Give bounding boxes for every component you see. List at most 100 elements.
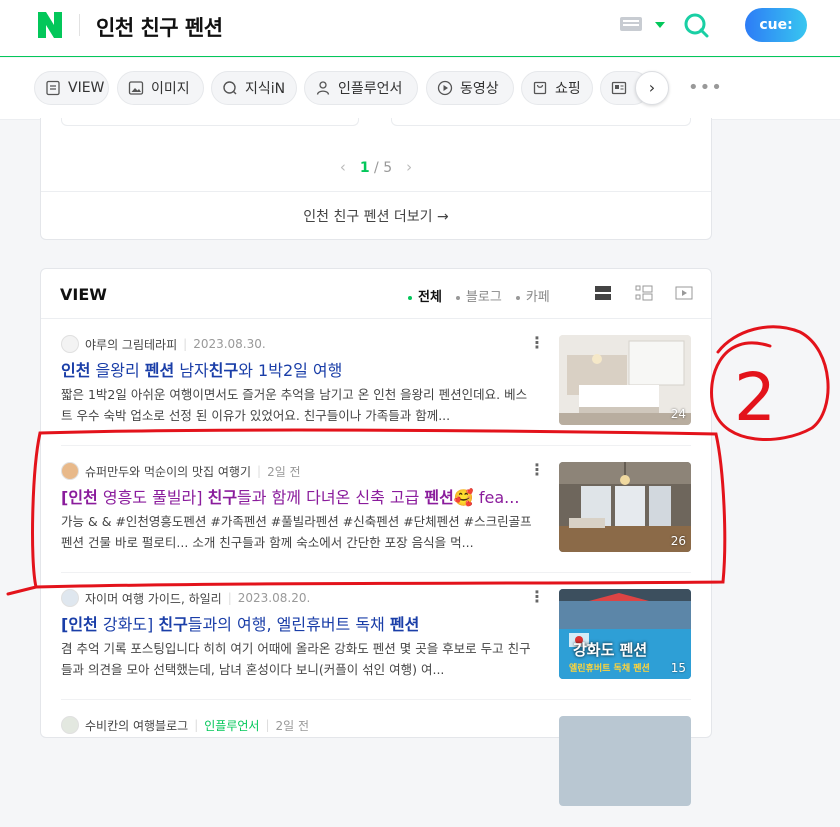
tab-label: 이미지 [151,81,190,97]
view-filters: 전체 블로그 카페 [408,286,550,305]
tab-label: 인플루언서 [338,81,403,97]
more-results-link[interactable]: 인천 친구 펜션 더보기 → [41,206,711,226]
layout-list-icon[interactable] [635,284,653,302]
kebab-menu-icon[interactable]: ⋮ [529,587,545,606]
post-title[interactable]: [인천 강화도] 친구들과의 여행, 엘린휴버트 독채 펜션 [61,611,539,635]
person-icon [315,80,331,96]
previous-item-box [391,118,691,126]
influencer-badge: 인플루언서 [204,718,260,733]
dot-icon [408,295,412,300]
tab-shopping[interactable]: 쇼핑 [521,71,593,105]
video-view-icon[interactable] [675,284,693,302]
filter-cafe[interactable]: 카페 [515,286,550,305]
tab-kin[interactable]: 지식iN [211,71,297,105]
separator: | [265,718,270,732]
author-name[interactable]: 슈퍼만두와 먹순이의 맛집 여행기 [85,463,251,480]
play-icon [437,80,453,96]
author-name[interactable]: 자이머 여행 가이드, 하일리 [85,590,222,607]
post-description: 겸 추억 기록 포스팅입니다 히히 여기 어때에 올라온 강화도 펜션 몇 곳을… [61,641,531,677]
q-icon [222,80,238,96]
post-thumbnail[interactable]: 강화도 펜션 엘린휴버트 독채 펜션 15 [559,589,691,679]
naver-logo[interactable] [38,12,62,38]
title-text: 남자 [174,361,209,380]
search-button[interactable] [683,12,709,38]
post-date: 2023.08.20. [237,591,311,605]
kebab-menu-icon[interactable]: ⋮ [529,460,545,479]
avatar[interactable] [61,462,79,480]
more-icon[interactable]: ••• [688,77,723,98]
list-item[interactable]: 자이머 여행 가이드, 하일리 | 2023.08.20. ⋮ [인천 강화도]… [41,573,711,700]
author-name[interactable]: 수비칸의 여행블로그 [85,717,188,734]
current-page: 1 [359,160,370,176]
avatar[interactable] [61,589,79,607]
dot-icon [455,295,460,300]
tab-video[interactable]: 동영상 [426,71,514,105]
avatar[interactable] [61,716,79,734]
post-description: 짧은 1박2일 아쉬운 여행이면서도 즐거운 추억을 남기고 온 인천 을왕리 … [61,387,528,423]
title-keyword: 펜션 [144,361,175,380]
image-icon [128,80,144,96]
author-row: 수비칸의 여행블로그 | 인플루언서 | 2일 전 [61,716,309,734]
document-icon [45,80,61,96]
search-query[interactable]: 인천 친구 펜션 [96,12,223,42]
title-keyword: 친구 [158,615,188,634]
post-title[interactable]: [인천 영흥도 풀빌라] 친구들과 함께 다녀온 신축 고급 펜션🥰 fea..… [61,484,539,508]
photo-count: 15 [670,661,686,675]
avatar[interactable] [61,335,79,353]
thumbnail-caption: 강화도 펜션 [573,641,648,659]
tab-influencer[interactable]: 인플루언서 [304,71,418,105]
list-item[interactable]: 수비칸의 여행블로그 | 인플루언서 | 2일 전 [41,700,711,827]
author-name[interactable]: 야루의 그림테라피 [85,336,177,353]
filter-label: 카페 [525,290,550,305]
tab-images[interactable]: 이미지 [117,71,204,105]
separator: | [227,591,232,605]
filter-blog[interactable]: 블로그 [455,286,502,305]
tab-view[interactable]: VIEW [34,71,109,105]
chevron-right-icon[interactable]: › [635,71,669,105]
list-item[interactable]: 슈퍼만두와 먹순이의 맛집 여행기 | 2일 전 ⋮ [인천 영흥도 풀빌라] … [41,446,711,573]
title-keyword: [인천 [61,615,98,634]
title-keyword: [인천 [61,488,98,507]
prev-page-icon[interactable]: ‹ [340,158,346,176]
post-thumbnail[interactable]: 24 [559,335,691,425]
circle-mark [710,325,830,442]
annotation-number: 2 [734,359,776,436]
filter-label: 전체 [418,290,442,305]
layout-grid-icon[interactable] [594,284,612,302]
cue-button[interactable]: cue: [745,8,807,42]
post-thumbnail[interactable]: 26 [559,462,691,552]
search-header: 인천 친구 펜션 cue: [0,0,840,57]
tab-label: VIEW [68,80,105,96]
next-page-icon[interactable]: › [406,158,412,176]
previous-section-card: ‹ 1 / 5 › 인천 친구 펜션 더보기 → [40,118,712,240]
kebab-menu-icon[interactable]: ⋮ [529,333,545,352]
thumbnail-subcaption: 엘린휴버트 독채 펜션 [569,664,650,674]
section-title: VIEW [60,285,107,304]
post-title[interactable]: 인천 을왕리 펜션 남자친구와 1박2일 여행 [61,357,539,381]
filter-all[interactable]: 전체 [408,286,442,305]
naver-n-icon [38,12,62,38]
header-divider [79,14,80,36]
total-pages: 5 [383,160,393,176]
news-icon [611,80,627,96]
post-thumbnail[interactable] [559,716,691,806]
keyboard-icon[interactable] [620,17,642,31]
author-row: 자이머 여행 가이드, 하일리 | 2023.08.20. [61,589,310,607]
pager: ‹ 1 / 5 › [41,158,711,176]
tab-label: 동영상 [460,81,499,97]
filter-label: 블로그 [465,290,502,305]
dot-icon [515,295,520,300]
author-row: 야루의 그림테라피 | 2023.08.30. [61,335,266,353]
list-item[interactable]: 야루의 그림테라피 | 2023.08.30. ⋮ 인천 을왕리 펜션 남자친구… [41,319,711,446]
search-icon [684,13,709,38]
title-keyword: 친구 [207,488,238,507]
highlight-box-tail [6,585,38,596]
caret-down-icon[interactable] [655,22,665,28]
title-keyword: 인천 [61,361,91,380]
title-text: 와 1박2일 여행 [238,361,343,380]
title-keyword: 펜션 [424,488,454,507]
post-date: 2일 전 [275,718,310,733]
title-text: 🥰 fea... [453,488,520,507]
title-text: 들과 함께 다녀온 신축 고급 [237,488,425,507]
separator: | [194,718,199,732]
